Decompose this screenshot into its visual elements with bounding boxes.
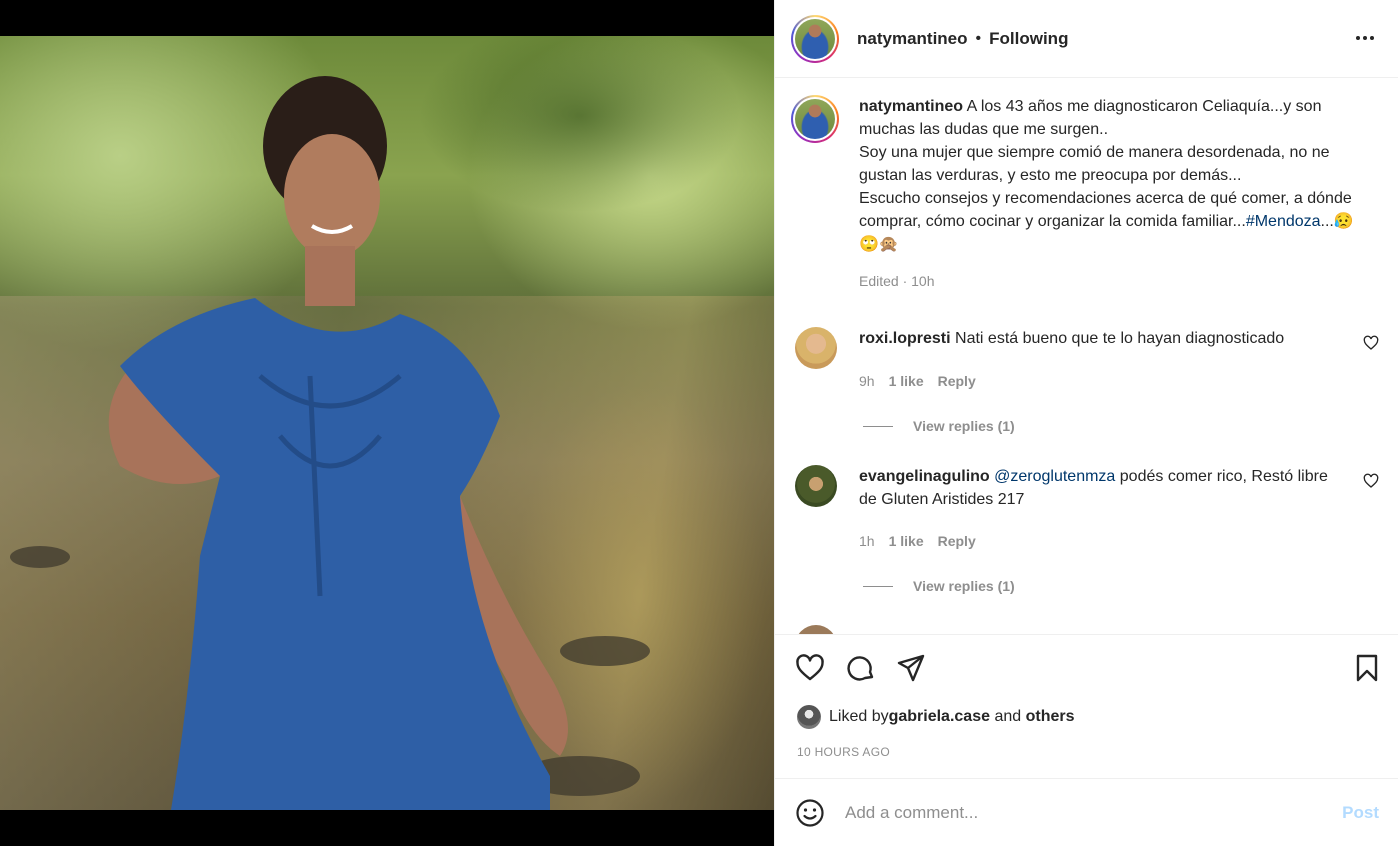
author-avatar[interactable] <box>791 14 839 63</box>
view-replies-label: View replies (1) <box>913 578 1015 594</box>
view-replies-button[interactable]: View replies (1) <box>863 418 1015 434</box>
liker-username[interactable]: gabriela.case <box>889 708 990 726</box>
like-comment-heart-icon[interactable] <box>1363 473 1379 489</box>
comment-meta: 1h 1 like Reply <box>859 533 976 549</box>
view-replies-button[interactable]: View replies (1) <box>863 578 1015 594</box>
caption-hashtag[interactable]: #Mendoza <box>1246 213 1321 230</box>
post-timestamp[interactable]: 10 HOURS AGO <box>797 745 890 759</box>
post-actions: Liked by gabriela.case and others 10 HOU… <box>775 634 1398 759</box>
comment-text: evangelinagulino @zeroglutenmza podés co… <box>859 465 1329 511</box>
comment-input[interactable] <box>845 802 1315 823</box>
comment-reply-button[interactable]: Reply <box>938 533 976 549</box>
following-button[interactable]: Following <box>989 29 1068 49</box>
view-replies-label: View replies (1) <box>913 418 1015 434</box>
likes-middle: and <box>990 708 1026 725</box>
more-horizontal-icon[interactable] <box>1353 26 1377 50</box>
caption-text-line2: Soy una mujer que siempre comió de maner… <box>859 144 1330 184</box>
comment-text: roxi.lopresti Nati está bueno que te lo … <box>859 327 1329 350</box>
photo-rock <box>10 546 70 568</box>
commenter-avatar[interactable] <box>795 625 837 634</box>
post-comment-button[interactable]: Post <box>1342 803 1379 823</box>
likes-prefix: Liked by <box>829 708 889 725</box>
likes-others-link[interactable]: others <box>1026 708 1075 726</box>
emoji-icon[interactable] <box>795 798 825 828</box>
save-bookmark-icon[interactable] <box>1352 653 1382 683</box>
like-comment-heart-icon[interactable] <box>1363 335 1379 351</box>
post-side-panel: natymantineo • Following natymantineo A … <box>774 0 1398 846</box>
post-media <box>0 0 774 846</box>
commenter-avatar[interactable] <box>795 327 837 369</box>
comment-bubble-icon[interactable] <box>846 653 876 683</box>
comment-time: 1h <box>859 533 875 549</box>
share-send-icon[interactable] <box>896 653 926 683</box>
photo-person <box>108 76 568 810</box>
comment-reply-button[interactable]: Reply <box>938 373 976 389</box>
caption-body: natymantineo A los 43 años me diagnostic… <box>859 95 1364 293</box>
caption-meta: Edited · 10h <box>859 273 935 289</box>
caption-username[interactable]: natymantineo <box>859 98 963 115</box>
like-heart-icon[interactable] <box>795 653 825 683</box>
post-header: natymantineo • Following <box>775 0 1398 78</box>
caption-avatar[interactable] <box>791 95 839 143</box>
comment-likes[interactable]: 1 like <box>889 373 924 389</box>
comment-time: 9h <box>859 373 875 389</box>
add-comment-bar: Post <box>775 778 1398 846</box>
commenter-username[interactable]: evangelinagulino <box>859 468 990 485</box>
author-username[interactable]: natymantineo <box>857 29 968 49</box>
comments-list[interactable]: natymantineo A los 43 años me diagnostic… <box>775 79 1398 634</box>
replies-line <box>863 585 893 587</box>
replies-line <box>863 425 893 427</box>
comment-body: Nati está bueno que te lo hayan diagnost… <box>950 330 1285 347</box>
comment-likes[interactable]: 1 like <box>889 533 924 549</box>
header-separator: • <box>975 29 982 47</box>
commenter-avatar[interactable] <box>795 465 837 507</box>
commenter-username[interactable]: roxi.lopresti <box>859 330 951 347</box>
post-caption: natymantineo A los 43 años me diagnostic… <box>791 95 1381 293</box>
liker-avatar[interactable] <box>797 705 821 729</box>
comment-mention[interactable]: @zeroglutenmza <box>994 468 1115 485</box>
comment-meta: 9h 1 like Reply <box>859 373 976 389</box>
likes-summary: Liked by gabriela.case and others <box>797 705 1075 729</box>
post-photo[interactable] <box>0 36 774 810</box>
